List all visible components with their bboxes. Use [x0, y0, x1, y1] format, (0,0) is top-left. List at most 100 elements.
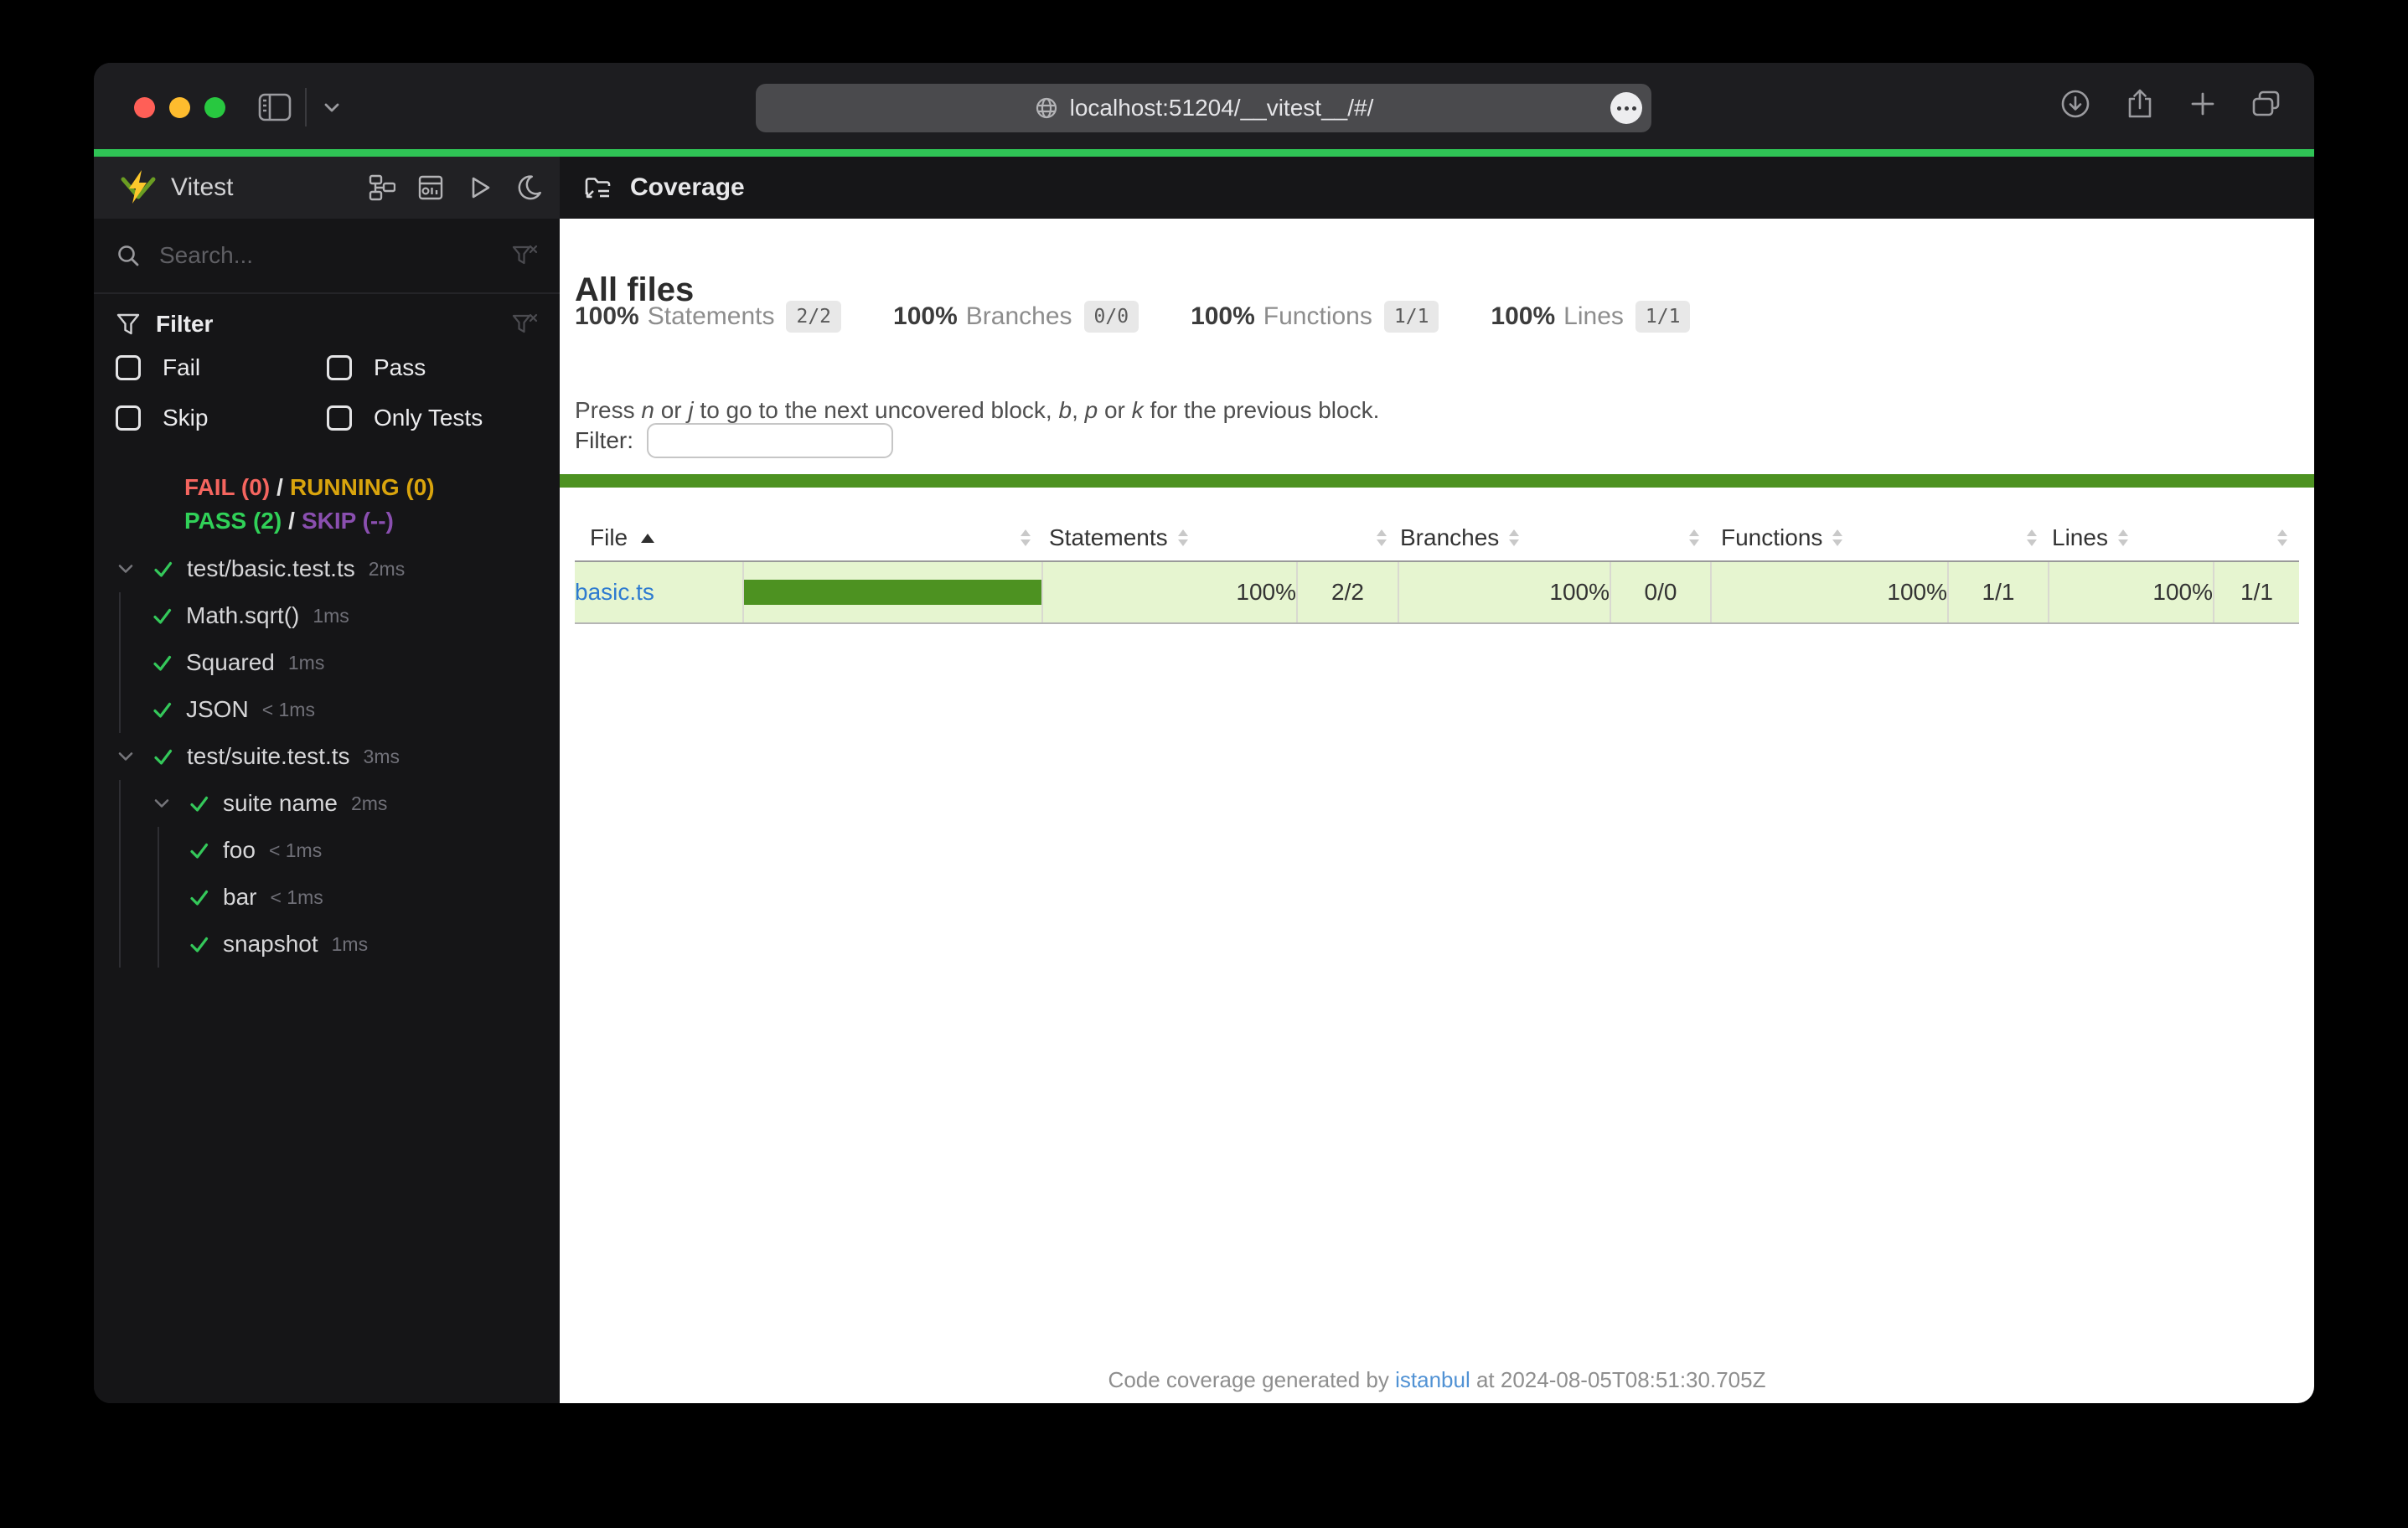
column-header-file[interactable]: File: [575, 515, 743, 561]
filter-title: Filter: [156, 311, 213, 338]
download-icon[interactable]: [2059, 88, 2091, 120]
tree-item-foo[interactable]: foo< 1ms: [94, 827, 560, 874]
minimize-button[interactable]: [169, 97, 190, 118]
sorter-icon[interactable]: [1178, 529, 1188, 546]
chevron-down-icon[interactable]: [113, 744, 138, 769]
window-controls: [134, 97, 225, 118]
total-fraction-badge: 2/2: [786, 301, 841, 333]
search-input[interactable]: [158, 241, 494, 270]
coverage-filter-row: Filter:: [575, 423, 893, 458]
pass-check-icon: [186, 932, 211, 957]
test-name: Math.sqrt(): [186, 602, 299, 629]
chevron-down-icon[interactable]: [113, 556, 138, 581]
close-button[interactable]: [134, 97, 155, 118]
test-duration: < 1ms: [262, 699, 315, 721]
filter-checkbox-skip[interactable]: Skip: [116, 395, 327, 441]
file-link[interactable]: basic.ts: [575, 579, 654, 605]
filter-checkbox-pass[interactable]: Pass: [327, 344, 538, 391]
tab-overview-icon[interactable]: [2250, 89, 2282, 119]
test-tree: test/basic.test.ts2msMath.sqrt()1msSquar…: [94, 545, 560, 968]
pass-check-icon: [150, 556, 175, 581]
test-name: Squared: [186, 649, 275, 676]
column-header-branches-raw[interactable]: [1610, 515, 1711, 561]
column-header-statements[interactable]: Statements: [1042, 515, 1297, 561]
address-bar[interactable]: localhost:51204/__vitest__/#/: [756, 84, 1651, 132]
sorter-icon[interactable]: [1832, 529, 1842, 546]
total-percent: 100%: [893, 302, 958, 331]
coverage-table-row: basic.ts 100% 2/2 100% 0/0 100% 1/1 100%: [575, 561, 2299, 623]
istanbul-link[interactable]: istanbul: [1395, 1367, 1470, 1392]
browser-window: localhost:51204/__vitest__/#/: [94, 63, 2314, 1403]
summary-line-2: PASS (2)/SKIP (--): [184, 504, 435, 538]
new-tab-icon[interactable]: [2188, 90, 2217, 118]
checkbox-icon[interactable]: [116, 405, 141, 431]
column-header-chart[interactable]: [743, 515, 1042, 561]
pass-check-icon: [150, 744, 175, 769]
column-header-branches[interactable]: Branches: [1398, 515, 1610, 561]
sorter-icon[interactable]: [1509, 529, 1519, 546]
column-header-functions[interactable]: Functions: [1711, 515, 1948, 561]
coverage-table-header-row: File Statements: [575, 515, 2299, 561]
tree-item-test-suite-test-ts[interactable]: test/suite.test.ts3ms: [94, 733, 560, 780]
tree-item-snapshot[interactable]: snapshot1ms: [94, 921, 560, 968]
test-name: test/suite.test.ts: [187, 743, 350, 770]
sorter-icon[interactable]: [1021, 529, 1031, 546]
coverage-report-icon: [583, 173, 613, 203]
file-cell: basic.ts: [575, 561, 743, 623]
column-header-statements-raw[interactable]: [1297, 515, 1398, 561]
total-label: Lines: [1563, 302, 1624, 331]
total-label: Branches: [966, 302, 1072, 331]
checkbox-label: Fail: [163, 354, 200, 381]
lines-frac-cell: 1/1: [2214, 561, 2299, 623]
skip-count: SKIP (--): [302, 508, 394, 534]
coverage-total-functions: 100% Functions 1/1: [1191, 301, 1439, 333]
list-tree-icon[interactable]: [369, 174, 395, 201]
sidebar-toggle-icon[interactable]: [258, 93, 292, 121]
coverage-filter-input[interactable]: [647, 423, 893, 458]
tree-item-suite-name[interactable]: suite name2ms: [94, 780, 560, 827]
filter-checkbox-only-tests[interactable]: Only Tests: [327, 395, 538, 441]
pass-check-icon: [186, 885, 211, 910]
hint-text: Press: [575, 397, 641, 423]
tree-item-bar[interactable]: bar< 1ms: [94, 874, 560, 921]
checkbox-icon[interactable]: [116, 355, 141, 380]
coverage-bar-cell: [743, 561, 1042, 623]
sorter-icon[interactable]: [1377, 529, 1387, 546]
page-title: Coverage: [630, 173, 745, 202]
sorter-icon[interactable]: [2027, 529, 2037, 546]
tree-item-test-basic-test-ts[interactable]: test/basic.test.ts2ms: [94, 545, 560, 592]
tree-item-json[interactable]: JSON < 1ms: [94, 686, 560, 733]
chevron-down-icon[interactable]: [320, 96, 344, 119]
share-icon[interactable]: [2125, 88, 2155, 120]
sorter-icon[interactable]: [2277, 529, 2287, 546]
chevron-down-icon[interactable]: [149, 791, 174, 816]
dark-mode-icon[interactable]: [514, 173, 543, 202]
maximize-button[interactable]: [204, 97, 225, 118]
clear-filter-icon[interactable]: [511, 312, 538, 337]
total-label: Functions: [1263, 302, 1372, 331]
total-fraction-badge: 1/1: [1635, 301, 1691, 333]
pass-check-icon: [149, 650, 174, 675]
more-options-icon[interactable]: [1610, 92, 1642, 124]
clear-filter-icon[interactable]: [511, 243, 538, 268]
column-header-lines-raw[interactable]: [2214, 515, 2299, 561]
run-all-icon[interactable]: [466, 174, 493, 201]
tree-item-math-sqrt[interactable]: Math.sqrt()1ms: [94, 592, 560, 639]
filter-checkbox-fail[interactable]: Fail: [116, 344, 327, 391]
test-name: JSON: [186, 696, 249, 723]
checkbox-icon[interactable]: [327, 355, 352, 380]
column-header-lines[interactable]: Lines: [2049, 515, 2214, 561]
column-header-functions-raw[interactable]: [1948, 515, 2049, 561]
checkbox-icon[interactable]: [327, 405, 352, 431]
sorter-icon[interactable]: [2118, 529, 2128, 546]
sorter-icon[interactable]: [1689, 529, 1699, 546]
chrome-right-toolbar: [2059, 88, 2282, 120]
coverage-total-statements: 100% Statements 2/2: [575, 301, 841, 333]
dashboard-icon[interactable]: [417, 174, 444, 201]
total-percent: 100%: [1191, 302, 1255, 331]
sort-ascending-icon: [641, 534, 654, 543]
total-percent: 100%: [1491, 302, 1555, 331]
total-fraction-badge: 0/0: [1084, 301, 1139, 333]
total-label: Statements: [648, 302, 775, 331]
tree-item-squared[interactable]: Squared1ms: [94, 639, 560, 686]
